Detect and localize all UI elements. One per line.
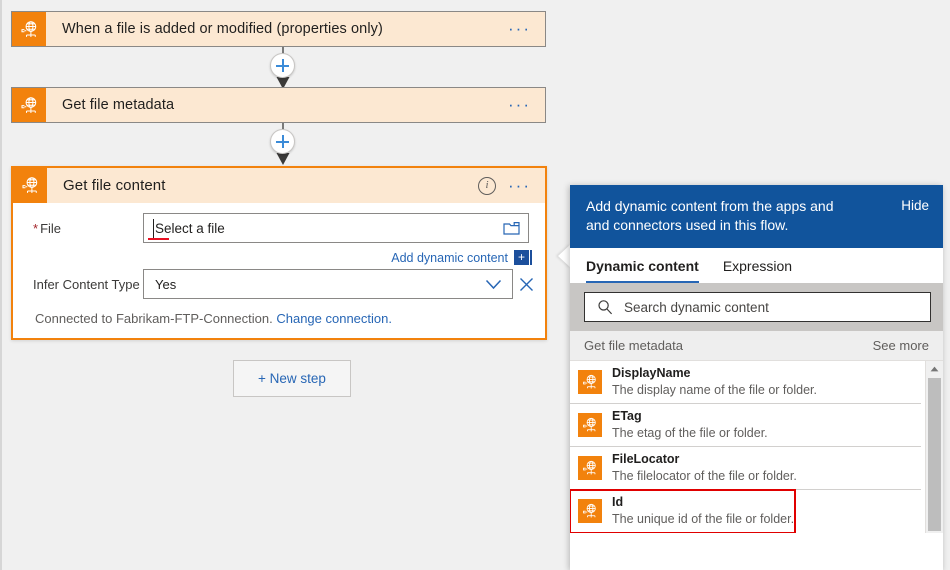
ftp-connector-icon <box>578 456 602 480</box>
new-step-button[interactable]: + New step <box>233 360 351 397</box>
connection-note-text: Connected to Fabrikam-FTP-Connection. <box>35 311 273 326</box>
search-input-placeholder: Search dynamic content <box>624 300 769 315</box>
connection-note: Connected to Fabrikam-FTP-Connection. Ch… <box>13 303 545 334</box>
file-input-placeholder: Select a file <box>144 221 225 236</box>
dynamic-content-item-id[interactable]: Id The unique id of the file or folder. <box>570 490 795 533</box>
ftp-connector-icon <box>13 168 47 203</box>
flow-step-actions: ··· <box>508 25 545 33</box>
item-name: DisplayName <box>612 366 817 381</box>
item-name: FileLocator <box>612 452 797 467</box>
flow-designer-root: When a file is added or modified (proper… <box>0 0 950 570</box>
card-menu-button[interactable]: ··· <box>508 182 531 190</box>
dynamic-content-tabs: Dynamic content Expression <box>570 248 943 283</box>
insert-step-button-2[interactable] <box>270 129 295 154</box>
item-name: ETag <box>612 409 768 424</box>
dynamic-content-item[interactable]: ETag The etag of the file or folder. <box>570 404 921 447</box>
infer-content-type-select[interactable]: Yes <box>143 269 513 299</box>
ftp-connector-icon <box>12 88 46 122</box>
infer-content-type-value: Yes <box>144 277 176 292</box>
dynamic-content-panel-header-text: Add dynamic content from the apps and an… <box>586 197 891 235</box>
step-menu-button[interactable]: ··· <box>508 101 531 109</box>
insert-step-button-1[interactable] <box>270 53 295 78</box>
search-icon <box>585 299 624 315</box>
item-description: The display name of the file or folder. <box>612 382 817 398</box>
ftp-connector-icon <box>12 12 46 46</box>
ftp-connector-icon <box>578 499 602 523</box>
validation-underline <box>148 238 169 240</box>
infer-content-type-label: Infer Content Type <box>33 277 143 292</box>
item-description: The filelocator of the file or folder. <box>612 468 797 484</box>
change-connection-link[interactable]: Change connection. <box>276 311 392 326</box>
ftp-connector-icon <box>578 413 602 437</box>
dynamic-content-panel-header: Add dynamic content from the apps and an… <box>570 185 943 248</box>
dynamic-content-item[interactable]: DisplayName The display name of the file… <box>570 361 921 404</box>
add-dynamic-content-plus-button[interactable]: + <box>514 250 529 265</box>
dynamic-content-panel: Add dynamic content from the apps and an… <box>570 185 943 570</box>
file-input[interactable]: Select a file <box>143 213 529 243</box>
add-dynamic-content-link[interactable]: Add dynamic content <box>391 251 508 265</box>
expanded-card-body: *File Select a file Add dynamic c <box>13 203 545 338</box>
flow-step-get-file-metadata[interactable]: Get file metadata ··· <box>11 87 546 123</box>
folder-icon[interactable] <box>503 221 528 236</box>
dynamic-content-item[interactable]: FileLocator The filelocator of the file … <box>570 447 921 490</box>
expanded-card-header[interactable]: Get file content i ··· <box>13 168 545 203</box>
scrollbar-thumb[interactable] <box>928 378 941 531</box>
expanded-card-title: Get file content <box>47 177 478 194</box>
field-row-infer-content-type: Infer Content Type Yes <box>13 269 545 299</box>
see-more-link[interactable]: See more <box>873 338 929 353</box>
caret-up-icon[interactable] <box>926 361 943 376</box>
search-input[interactable]: Search dynamic content <box>584 292 931 322</box>
text-caret <box>153 219 154 238</box>
dynamic-content-scrollbar[interactable] <box>925 361 943 533</box>
flow-step-title: When a file is added or modified (proper… <box>46 21 508 37</box>
dynamic-content-list: DisplayName The display name of the file… <box>570 361 943 533</box>
flow-step-when-file-added[interactable]: When a file is added or modified (proper… <box>11 11 546 47</box>
search-bar-container: Search dynamic content <box>570 283 943 331</box>
flow-step-actions: ··· <box>508 101 545 109</box>
item-description: The unique id of the file or folder. <box>612 511 794 527</box>
field-row-file: *File Select a file <box>13 213 545 243</box>
tab-expression[interactable]: Expression <box>723 258 792 283</box>
expanded-card-actions: i ··· <box>478 177 545 195</box>
ftp-connector-icon <box>578 370 602 394</box>
flow-step-title: Get file metadata <box>46 97 508 113</box>
item-name: Id <box>612 495 794 510</box>
hide-panel-button[interactable]: Hide <box>891 197 929 213</box>
info-icon[interactable]: i <box>478 177 496 195</box>
expanded-step-card-get-file-content: Get file content i ··· *File Select a fi… <box>11 166 547 340</box>
tab-dynamic-content[interactable]: Dynamic content <box>586 258 699 283</box>
item-description: The etag of the file or folder. <box>612 425 768 441</box>
file-field-label: *File <box>33 221 143 236</box>
close-icon[interactable] <box>513 277 539 292</box>
step-menu-button[interactable]: ··· <box>508 25 531 33</box>
required-indicator: * <box>33 221 38 236</box>
chevron-down-icon[interactable] <box>485 279 512 290</box>
dynamic-content-section-header: Get file metadata See more <box>570 331 943 361</box>
section-title: Get file metadata <box>584 338 873 353</box>
file-field-label-text: File <box>40 221 61 236</box>
add-dynamic-content-row: Add dynamic content + <box>13 247 545 269</box>
